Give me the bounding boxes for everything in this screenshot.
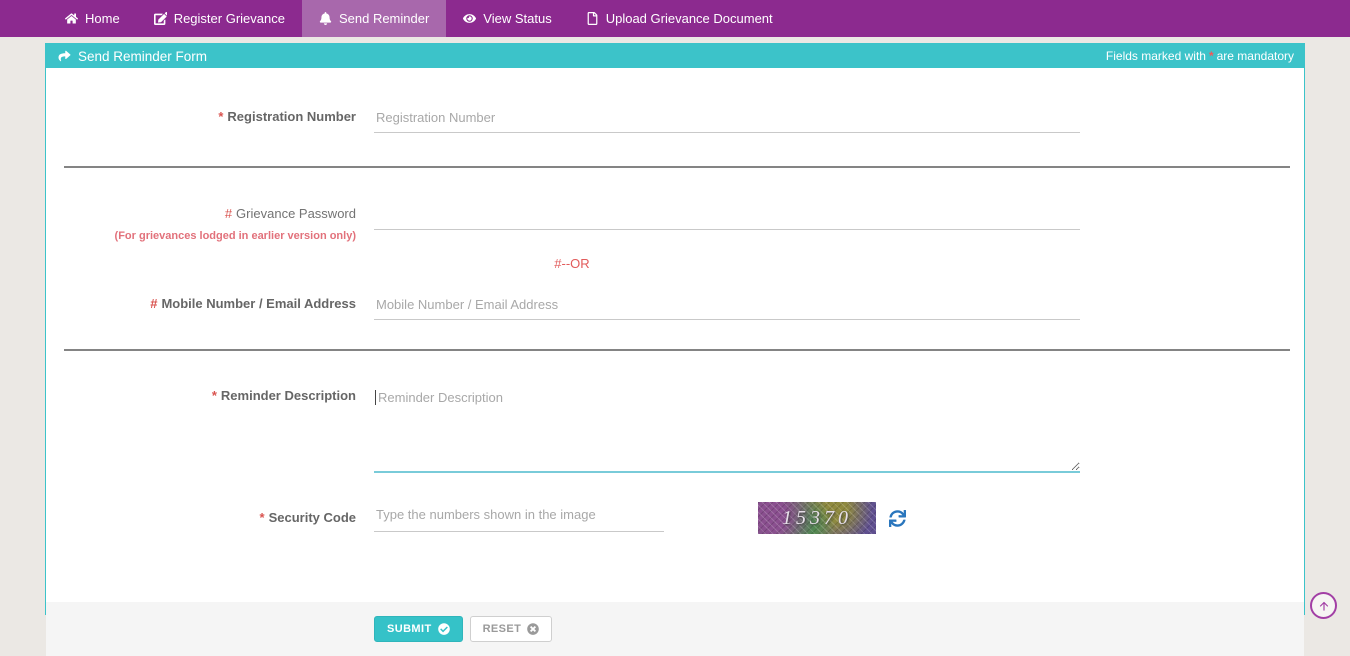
share-arrow-icon (58, 50, 71, 62)
top-navbar: Home Register Grievance Send Reminder Vi… (0, 0, 1350, 37)
required-asterisk: * (260, 510, 265, 525)
required-asterisk: * (218, 109, 223, 124)
arrow-up-icon (1317, 599, 1331, 613)
nav-item-send-reminder[interactable]: Send Reminder (302, 0, 446, 37)
times-circle-icon (527, 623, 539, 635)
hash-mark: # (150, 296, 157, 311)
reminder-description-label: *Reminder Description (46, 387, 356, 478)
mobile-email-label: #Mobile Number / Email Address (46, 295, 356, 320)
text-caret (375, 390, 376, 405)
home-icon (65, 12, 78, 25)
registration-number-input[interactable] (374, 108, 1080, 133)
bell-icon (319, 12, 332, 25)
registration-number-label: *Registration Number (46, 108, 356, 133)
required-asterisk: * (212, 388, 217, 403)
eye-icon (463, 12, 476, 25)
captcha-image: 15370 (758, 502, 876, 534)
security-code-row: *Security Code 15370 (46, 502, 1304, 534)
registration-number-row: *Registration Number (46, 108, 1304, 133)
refresh-icon (889, 510, 906, 527)
edit-icon (154, 12, 167, 25)
captcha-text: 15370 (782, 507, 852, 530)
reminder-description-textarea[interactable] (374, 387, 1080, 473)
nav-item-home[interactable]: Home (48, 0, 137, 37)
nav-item-view-status[interactable]: View Status (446, 0, 568, 37)
grievance-password-input[interactable] (374, 205, 1080, 230)
grievance-password-note: (For grievances lodged in earlier versio… (46, 230, 356, 242)
reminder-description-row: *Reminder Description (46, 387, 1304, 478)
mandatory-note-prefix: Fields marked with (1106, 49, 1206, 63)
document-icon (586, 12, 599, 25)
mobile-email-input[interactable] (374, 295, 1080, 320)
send-reminder-panel: Send Reminder Form Fields marked with*ar… (45, 43, 1305, 615)
security-code-input[interactable] (374, 505, 664, 532)
nav-item-label: Home (85, 11, 120, 26)
nav-item-label: Register Grievance (174, 11, 285, 26)
grievance-password-row: #Grievance Password (For grievances lodg… (46, 205, 1304, 242)
form-footer: SUBMIT RESET (46, 602, 1304, 656)
security-code-label: *Security Code (46, 509, 356, 527)
or-separator: #--OR (46, 256, 1098, 271)
panel-title-text: Send Reminder Form (78, 49, 207, 64)
mandatory-note-suffix: are mandatory (1217, 49, 1294, 63)
panel-title: Send Reminder Form (58, 49, 207, 64)
check-circle-icon (438, 623, 450, 635)
section-divider (64, 349, 1290, 351)
nav-item-upload-grievance-document[interactable]: Upload Grievance Document (569, 0, 790, 37)
nav-item-label: Send Reminder (339, 11, 429, 26)
captcha-refresh-button[interactable] (889, 510, 906, 527)
nav-item-register-grievance[interactable]: Register Grievance (137, 0, 302, 37)
hash-mark: # (225, 206, 232, 221)
mobile-email-row: #Mobile Number / Email Address (46, 295, 1304, 320)
panel-header: Send Reminder Form Fields marked with*ar… (46, 44, 1304, 68)
grievance-password-label: #Grievance Password (For grievances lodg… (46, 205, 356, 242)
mandatory-note-star: * (1209, 49, 1214, 63)
nav-item-label: View Status (483, 11, 551, 26)
form-body: *Registration Number #Grievance Password… (46, 108, 1304, 656)
mandatory-note: Fields marked with*are mandatory (1106, 49, 1294, 63)
scroll-to-top-button[interactable] (1310, 592, 1337, 619)
section-divider (64, 166, 1290, 168)
nav-item-label: Upload Grievance Document (606, 11, 773, 26)
